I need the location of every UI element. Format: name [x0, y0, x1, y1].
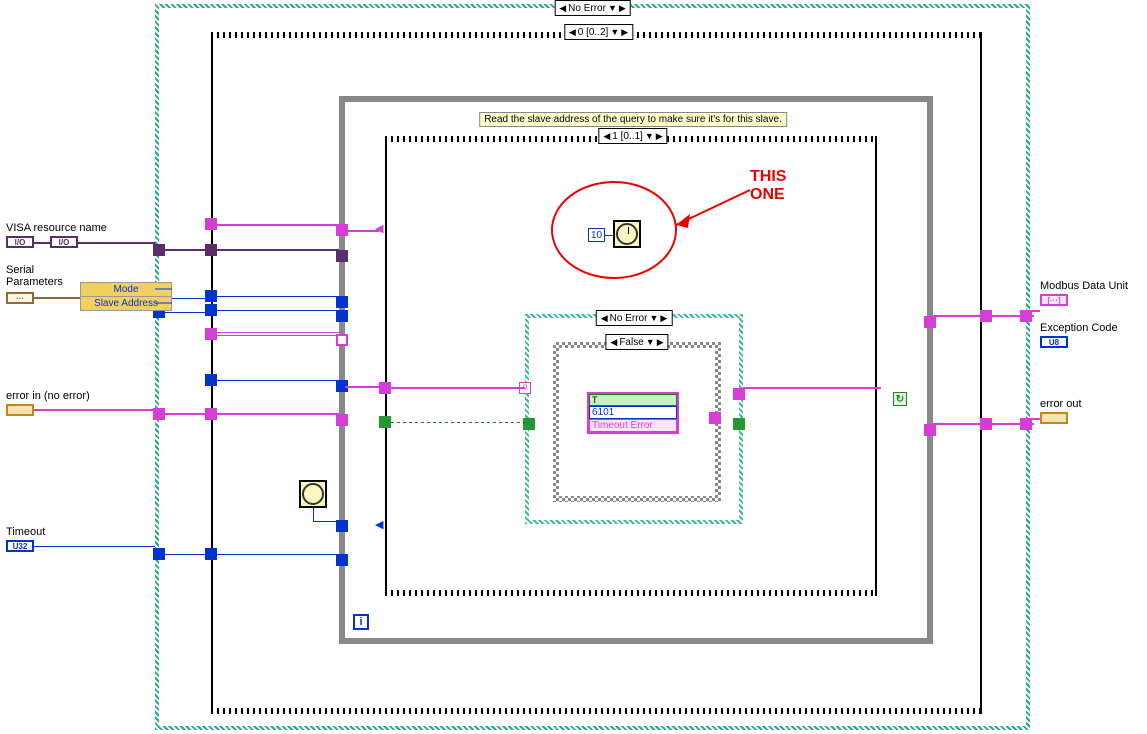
next-case-arrow-icon[interactable]: ▶ — [655, 337, 666, 348]
prev-case-arrow-icon[interactable]: ◀ — [557, 3, 568, 14]
inner-case-noerror: ◀ No Error ▼ ▶ ◀ False — [525, 314, 743, 524]
prev-frame-arrow-icon[interactable]: ◀ — [601, 131, 612, 142]
while-tunnel-blue-1 — [336, 296, 348, 308]
loop-condition-terminal[interactable]: ↻ — [893, 392, 907, 406]
io-coercion-icon: I/O — [50, 236, 78, 248]
seq1-selector[interactable]: ◀ 0 [0..2] ▼ ▶ — [564, 24, 633, 40]
while-tunnel-purple — [336, 250, 348, 262]
shift-register-left-icon: ◀ — [375, 222, 389, 236]
case-error-tunnel-out — [733, 418, 745, 430]
outer-case-structure: ◀ No Error ▼ ▶ ◀ 0 [0..2] ▼ ▶ i ↻ — [155, 4, 1030, 730]
selector-value: 0 [0..2] — [578, 27, 609, 38]
prev-case-arrow-icon[interactable]: ◀ — [599, 313, 610, 324]
selector-value: No Error — [568, 3, 606, 14]
while-tunnel-out-mag — [924, 316, 936, 328]
error-status: T — [589, 394, 677, 406]
tunnel-out-mag — [709, 412, 721, 424]
while-tunnel-mag-err — [336, 414, 348, 426]
dropdown-icon[interactable]: ▼ — [647, 313, 658, 323]
selector-value: 1 [0..1] — [612, 131, 643, 142]
error-cluster-bundle[interactable]: T 6101 Timeout Error — [587, 392, 679, 434]
unbundle-by-name[interactable]: Mode Slave Address — [80, 282, 172, 311]
case-error-tunnel-in — [523, 418, 535, 430]
terminal-modbus-data-unit[interactable]: [···] — [1040, 294, 1068, 306]
callout-circle-icon — [540, 170, 840, 290]
label-serial-params: Serial Parameters — [6, 264, 63, 288]
next-case-arrow-icon[interactable]: ▶ — [658, 313, 669, 324]
terminal-visa-resource[interactable]: I/O — [6, 236, 34, 248]
label-visa-resource: VISA resource name — [6, 222, 107, 234]
terminal-serial-params[interactable]: ··· — [6, 292, 34, 304]
outer-sequence-structure: ◀ 0 [0..2] ▼ ▶ i ↻ Read the slave addres… — [211, 32, 986, 714]
frame-comment: Read the slave address of the query to m… — [479, 112, 787, 127]
selector-value: No Error — [610, 313, 648, 324]
terminal-error-out[interactable] — [1040, 412, 1068, 424]
terminal-exception-code[interactable]: U8 — [1040, 336, 1068, 348]
outer-case-selector[interactable]: ◀ No Error ▼ ▶ — [554, 0, 631, 16]
terminal-error-in[interactable] — [6, 404, 34, 416]
label-error-out: error out — [1040, 398, 1082, 410]
shift-register-left-icon: ◀ — [375, 518, 389, 532]
while-tunnel-blue-5 — [336, 554, 348, 566]
next-frame-arrow-icon[interactable]: ▶ — [654, 131, 665, 142]
inner-case1-selector[interactable]: ◀ No Error ▼ ▶ — [596, 310, 673, 326]
inner-case-false: ◀ False ▼ ▶ T 6101 Timeout Error — [553, 342, 721, 502]
dropdown-icon[interactable]: ▼ — [643, 131, 654, 141]
callout-label: THIS ONE — [750, 168, 786, 204]
case-tunnel-out-mag — [733, 388, 745, 400]
dropdown-icon[interactable]: ▼ — [644, 337, 655, 347]
tick-count-node[interactable] — [299, 480, 327, 508]
error-source: Timeout Error — [589, 419, 677, 432]
label-modbus-data-unit: Modbus Data Unit — [1040, 280, 1128, 292]
dropdown-icon[interactable]: ▼ — [606, 3, 617, 13]
label-exception-code: Exception Code — [1040, 322, 1118, 334]
inner-case2-selector[interactable]: ◀ False ▼ ▶ — [605, 334, 668, 350]
prev-frame-arrow-icon[interactable]: ◀ — [567, 27, 578, 38]
error-code: 6101 — [589, 406, 677, 419]
while-tunnel-blue-2 — [336, 310, 348, 322]
dropdown-icon[interactable]: ▼ — [608, 27, 619, 37]
next-case-arrow-icon[interactable]: ▶ — [617, 3, 628, 14]
seq2-selector[interactable]: ◀ 1 [0..1] ▼ ▶ — [598, 128, 667, 144]
label-timeout: Timeout — [6, 526, 45, 538]
label-error-in: error in (no error) — [6, 390, 90, 402]
selector-value: False — [619, 337, 643, 348]
iteration-terminal: i — [353, 614, 369, 630]
next-frame-arrow-icon[interactable]: ▶ — [619, 27, 630, 38]
terminal-timeout[interactable]: U32 — [6, 540, 34, 552]
while-tunnel-out-err — [924, 424, 936, 436]
prev-case-arrow-icon[interactable]: ◀ — [608, 337, 619, 348]
